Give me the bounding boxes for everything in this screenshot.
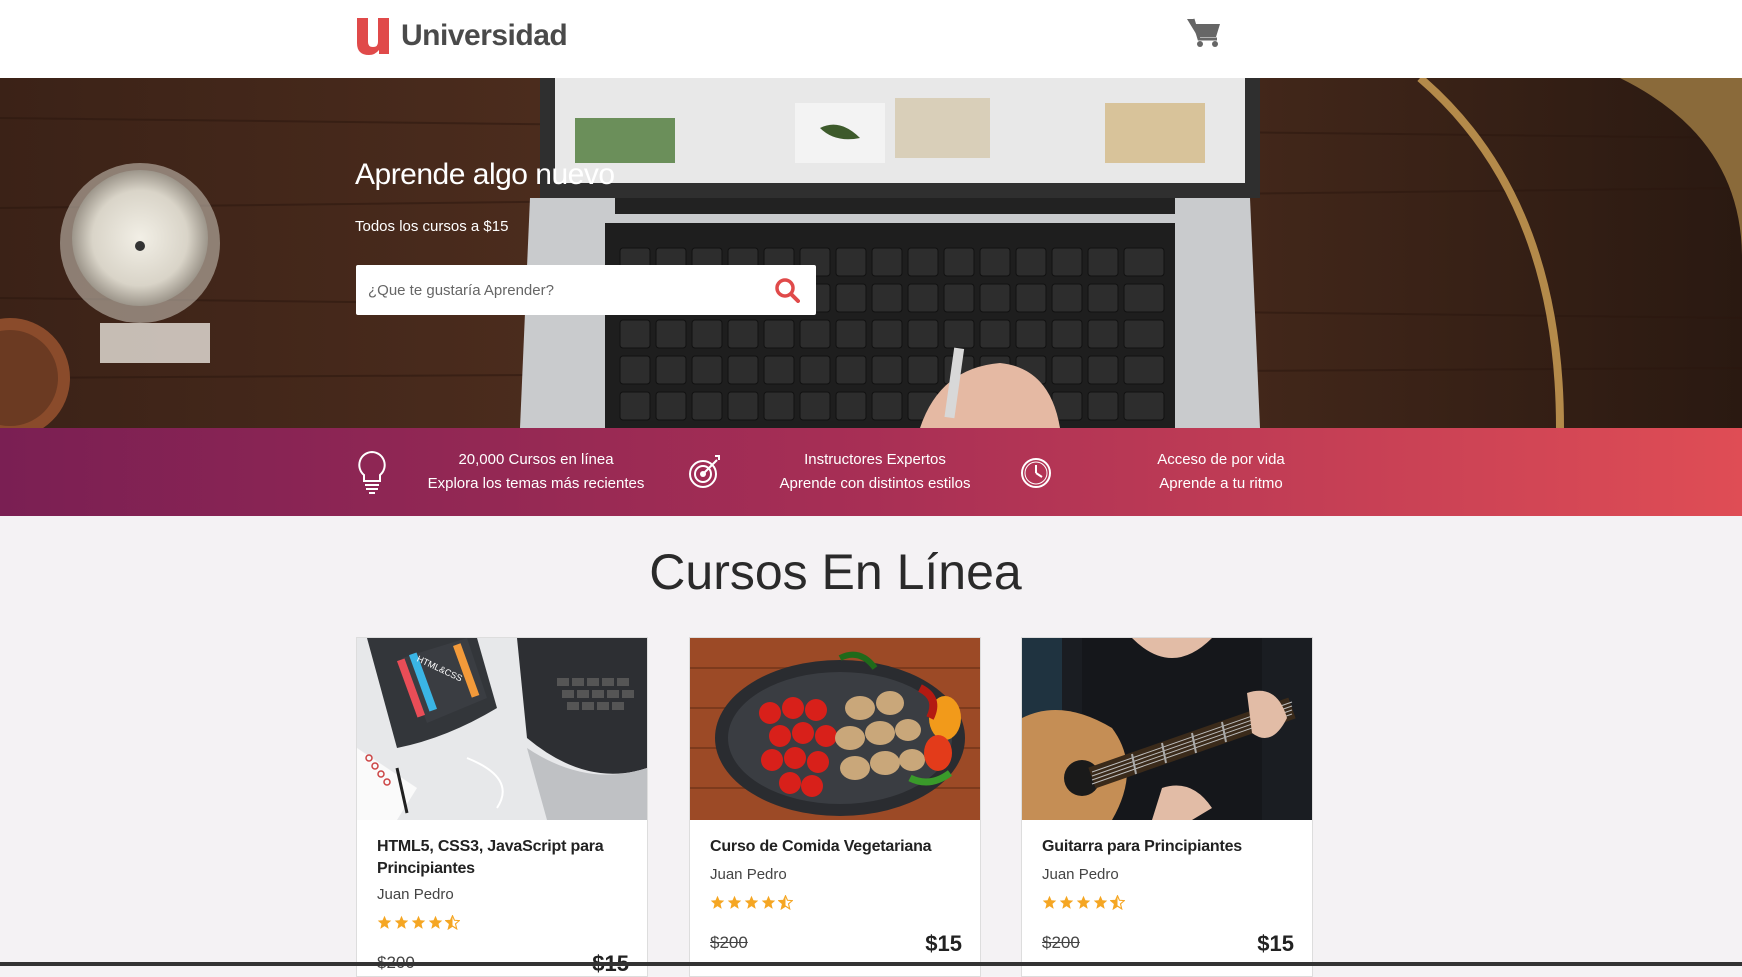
course-card[interactable]: Curso de Comida Vegetariana Juan Pedro $… xyxy=(689,637,981,977)
logo[interactable]: Universidad xyxy=(355,16,568,56)
search-form xyxy=(356,265,816,315)
star-icon xyxy=(1076,895,1091,909)
star-icon xyxy=(1093,895,1108,909)
feature-courses-desc: Explora los temas más recientes xyxy=(427,475,645,492)
course-title[interactable]: HTML5, CSS3, JavaScript para Principiant… xyxy=(377,836,627,880)
course-title[interactable]: Curso de Comida Vegetariana xyxy=(710,836,960,858)
course-image[interactable]: HTML&CSS xyxy=(357,638,647,820)
course-author: Juan Pedro xyxy=(710,866,787,883)
window-bottom-edge xyxy=(0,962,1742,966)
hero-section: Aprende algo nuevo Todos los cursos a $1… xyxy=(0,78,1742,428)
sale-price: $15 xyxy=(1257,931,1294,956)
logo-mark-icon xyxy=(357,18,389,55)
original-price: $200 xyxy=(1042,933,1080,952)
star-half-icon xyxy=(1110,895,1125,910)
feature-access-desc: Aprende a tu ritmo xyxy=(1159,475,1283,492)
feature-courses-title: 20,000 Cursos en línea xyxy=(458,451,614,468)
rating-stars xyxy=(1042,895,1125,910)
star-icon xyxy=(744,895,759,909)
search-input[interactable] xyxy=(356,265,766,315)
star-icon xyxy=(727,895,742,909)
star-half-icon xyxy=(778,895,793,910)
course-author: Juan Pedro xyxy=(1042,866,1119,883)
feature-access: Acceso de por vida Aprende a tu ritmo xyxy=(1018,448,1306,496)
lightbulb-icon xyxy=(358,450,386,494)
hero-title: Aprende algo nuevo xyxy=(355,158,615,191)
star-icon xyxy=(411,915,426,929)
star-icon xyxy=(1042,895,1057,909)
clock-icon xyxy=(1021,458,1051,488)
features-banner: 20,000 Cursos en línea Explora los temas… xyxy=(0,428,1742,516)
star-half-icon xyxy=(445,915,460,930)
course-image[interactable] xyxy=(690,638,980,820)
course-image[interactable] xyxy=(1022,638,1312,820)
course-card[interactable]: HTML&CSS HTML5, CSS3, JavaScript para Pr… xyxy=(356,637,648,977)
course-card[interactable]: Guitarra para Principiantes Juan Pedro $… xyxy=(1021,637,1313,977)
section-title: Cursos En Línea xyxy=(649,544,1022,600)
search-icon[interactable] xyxy=(774,277,800,303)
logo-text: Universidad xyxy=(401,19,568,52)
star-icon xyxy=(428,915,443,929)
feature-courses: 20,000 Cursos en línea Explora los temas… xyxy=(354,448,646,496)
hero-background-image xyxy=(0,78,1742,428)
feature-instructors-desc: Aprende con distintos estilos xyxy=(779,475,971,492)
target-icon xyxy=(689,455,720,488)
original-price: $200 xyxy=(710,933,748,952)
site-header: Universidad xyxy=(0,0,1742,78)
course-title[interactable]: Guitarra para Principiantes xyxy=(1042,836,1292,858)
star-icon xyxy=(1059,895,1074,909)
feature-instructors-title: Instructores Expertos xyxy=(804,451,946,468)
sale-price: $15 xyxy=(925,931,962,956)
course-author: Juan Pedro xyxy=(377,886,454,903)
star-icon xyxy=(761,895,776,909)
rating-stars xyxy=(710,895,793,910)
rating-stars xyxy=(377,915,460,930)
star-icon xyxy=(394,915,409,929)
hero-subtitle: Todos los cursos a $15 xyxy=(355,218,509,235)
feature-access-title: Acceso de por vida xyxy=(1157,451,1285,468)
shopping-cart-icon[interactable] xyxy=(1186,16,1222,48)
feature-instructors: Instructores Expertos Aprende con distin… xyxy=(686,448,980,496)
star-icon xyxy=(710,895,725,909)
star-icon xyxy=(377,915,392,929)
